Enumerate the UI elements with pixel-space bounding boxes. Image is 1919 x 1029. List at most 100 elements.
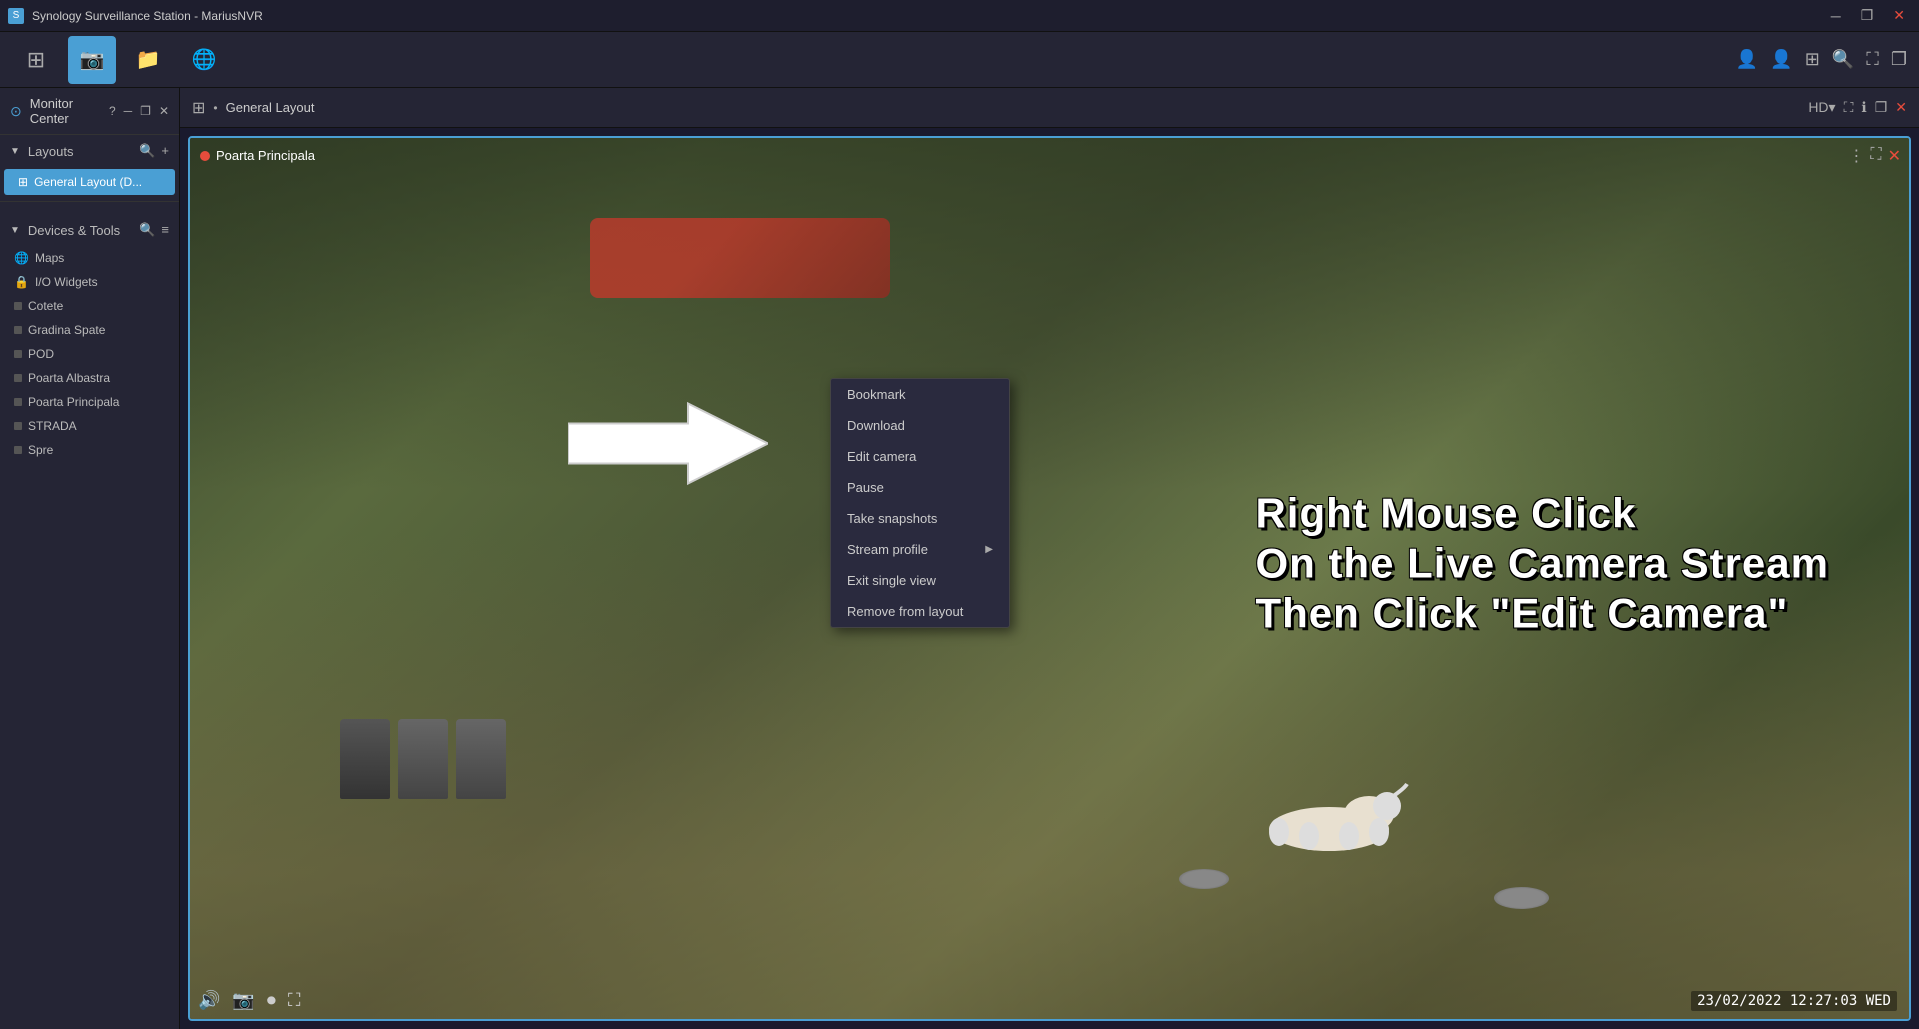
restore-button[interactable]: ❐ xyxy=(1855,7,1880,24)
toolbar-window-icon[interactable]: ❐ xyxy=(1891,49,1907,70)
context-menu-stream-profile[interactable]: Stream profile ▶ xyxy=(831,534,1009,565)
titlebar-title: Synology Surveillance Station - MariusNV… xyxy=(32,9,263,23)
context-pause-label: Pause xyxy=(847,480,884,495)
camera-audio-btn[interactable]: 🔊 xyxy=(198,990,220,1011)
context-menu-exit-single-view[interactable]: Exit single view xyxy=(831,565,1009,596)
layouts-chevron-icon: ▼ xyxy=(10,146,20,157)
camera-feed: Right Mouse Click On the Live Camera Str… xyxy=(190,138,1909,1019)
toolbar-monitor-btn[interactable]: 📷 xyxy=(68,36,116,84)
context-menu-pause[interactable]: Pause xyxy=(831,472,1009,503)
monitor-close-icon[interactable]: ✕ xyxy=(159,104,169,118)
layouts-title: Layouts xyxy=(28,144,74,159)
sidebar-item-pod[interactable]: POD xyxy=(0,342,179,366)
close-button[interactable]: ✕ xyxy=(1887,7,1911,24)
camera-name: Poarta Principala xyxy=(216,148,315,163)
layout-header: ⊞ • General Layout HD▾ ⛶ ℹ ❐ ✕ xyxy=(180,88,1919,128)
sidebar-item-strada[interactable]: STRADA xyxy=(0,414,179,438)
toolbar-grid-btn[interactable]: ⊞ xyxy=(12,36,60,84)
sidebar-item-spre[interactable]: Spre xyxy=(0,438,179,462)
sidebar-item-maps[interactable]: 🌐 Maps xyxy=(0,246,179,270)
camera-crop-btn[interactable]: ⛶ xyxy=(288,990,301,1011)
layout-title-area: ⊞ • General Layout xyxy=(192,98,315,118)
sidebar-item-cotete[interactable]: Cotete xyxy=(0,294,179,318)
context-menu: Bookmark Download Edit camera Pause Take… xyxy=(830,378,1010,628)
context-bookmark-label: Bookmark xyxy=(847,387,906,402)
toolbar-layout-icon[interactable]: ⊞ xyxy=(1805,49,1820,70)
main-area: ⊙ Monitor Center ? ─ ❐ ✕ ▼ Layouts 🔍 + ⊞… xyxy=(0,88,1919,1029)
sidebar-item-gradina-spate[interactable]: Gradina Spate xyxy=(0,318,179,342)
maps-icon: 🌐 xyxy=(14,251,29,265)
sidebar-item-general-layout[interactable]: ⊞ General Layout (D... xyxy=(4,169,175,195)
context-menu-remove-from-layout[interactable]: Remove from layout xyxy=(831,596,1009,627)
palbastra-label: Poarta Albastra xyxy=(28,371,110,385)
camera-menu-btn[interactable]: ⋮ xyxy=(1848,146,1864,166)
cotete-cam-dot xyxy=(14,302,22,310)
toolbar-search-icon[interactable]: 🔍 xyxy=(1832,49,1854,70)
layout-info-btn[interactable]: ℹ xyxy=(1861,99,1866,116)
context-download-label: Download xyxy=(847,418,905,433)
toolbar-user-icon[interactable]: 👤 xyxy=(1736,49,1758,70)
app-icon: S xyxy=(8,8,24,24)
camera-record-btn[interactable]: ⏺ xyxy=(267,990,276,1011)
layout-close-btn[interactable]: ✕ xyxy=(1895,99,1907,116)
sidebar-item-poarta-albastra[interactable]: Poarta Albastra xyxy=(0,366,179,390)
devices-tools-header[interactable]: ▼ Devices & Tools 🔍 ≡ xyxy=(0,214,179,246)
monitor-center-header: ⊙ Monitor Center ? ─ ❐ ✕ xyxy=(0,88,179,135)
maps-label: Maps xyxy=(35,251,64,265)
camera-close-btn[interactable]: ✕ xyxy=(1888,146,1901,166)
sidebar-item-io-widgets[interactable]: 🔒 I/O Widgets xyxy=(0,270,179,294)
bin-3 xyxy=(456,719,506,799)
context-menu-bookmark[interactable]: Bookmark xyxy=(831,379,1009,410)
layouts-search-icon[interactable]: 🔍 xyxy=(139,143,155,159)
layouts-section-header[interactable]: ▼ Layouts 🔍 + xyxy=(0,135,179,167)
layout-quality-btn[interactable]: HD▾ xyxy=(1808,99,1835,116)
spre-cam-dot xyxy=(14,446,22,454)
titlebar-controls[interactable]: ─ ❐ ✕ xyxy=(1825,7,1911,24)
context-menu-download[interactable]: Download xyxy=(831,410,1009,441)
layout-window-btn[interactable]: ❐ xyxy=(1875,99,1888,116)
bins-area xyxy=(340,719,506,799)
io-icon: 🔒 xyxy=(14,275,29,289)
devices-filter-icon[interactable]: ≡ xyxy=(161,222,169,238)
pprincipala-label: Poarta Principala xyxy=(28,395,119,409)
pod-cam-dot xyxy=(14,350,22,358)
context-menu-take-snapshots[interactable]: Take snapshots xyxy=(831,503,1009,534)
layout-expand-btn[interactable]: ⛶ xyxy=(1844,99,1854,116)
app-toolbar: ⊞ 📷 📁 🌐 👤 👤 ⊞ 🔍 ⛶ ❐ xyxy=(0,32,1919,88)
overlay-line-3: Then Click "Edit Camera" xyxy=(1255,589,1829,639)
toolbar-fullscreen-icon[interactable]: ⛶ xyxy=(1866,49,1879,70)
toolbar-network-btn[interactable]: 🌐 xyxy=(180,36,228,84)
toolbar-profile-icon[interactable]: 👤 xyxy=(1770,49,1792,70)
sidebar-item-label: General Layout (D... xyxy=(34,175,142,189)
pod-label: POD xyxy=(28,347,54,361)
devices-search-icon[interactable]: 🔍 xyxy=(139,222,155,238)
monitor-minimize-icon[interactable]: ─ xyxy=(124,104,133,118)
layouts-add-icon[interactable]: + xyxy=(161,143,169,159)
toolbar-folder-btn[interactable]: 📁 xyxy=(124,36,172,84)
monitor-center-title: Monitor Center xyxy=(30,96,101,126)
layout-grid-icon: ⊞ xyxy=(18,175,28,189)
gradina-cam-dot xyxy=(14,326,22,334)
titlebar: S Synology Surveillance Station - Marius… xyxy=(0,0,1919,32)
camera-snapshot-btn[interactable]: 📷 xyxy=(232,990,254,1011)
bowl-1 xyxy=(1179,869,1229,889)
camera-live-dot xyxy=(200,151,210,161)
camera-label: Poarta Principala xyxy=(200,148,315,163)
toolbar-left: ⊞ 📷 📁 🌐 xyxy=(12,36,228,84)
camera-viewport[interactable]: Right Mouse Click On the Live Camera Str… xyxy=(188,136,1911,1021)
fence-area xyxy=(190,138,1909,490)
monitor-help-icon[interactable]: ? xyxy=(109,104,116,118)
content-area: ⊞ • General Layout HD▾ ⛶ ℹ ❐ ✕ xyxy=(180,88,1919,1029)
devices-tools-section: ▼ Devices & Tools 🔍 ≡ 🌐 Maps 🔒 I/O Widge… xyxy=(0,206,179,462)
sidebar-item-poarta-principala[interactable]: Poarta Principala xyxy=(0,390,179,414)
camera-expand-btn[interactable]: ⛶ xyxy=(1870,146,1881,166)
camera-top-right-controls: ⋮ ⛶ ✕ xyxy=(1848,146,1901,166)
minimize-button[interactable]: ─ xyxy=(1825,8,1847,24)
context-snapshots-label: Take snapshots xyxy=(847,511,937,526)
monitor-restore-icon[interactable]: ❐ xyxy=(140,104,151,118)
camera-timestamp: 23/02/2022 12:27:03 WED xyxy=(1691,991,1897,1011)
cotete-label: Cotete xyxy=(28,299,63,313)
layout-actions: HD▾ ⛶ ℹ ❐ ✕ xyxy=(1808,99,1907,116)
bowl-2 xyxy=(1494,887,1549,909)
context-menu-edit-camera[interactable]: Edit camera xyxy=(831,441,1009,472)
